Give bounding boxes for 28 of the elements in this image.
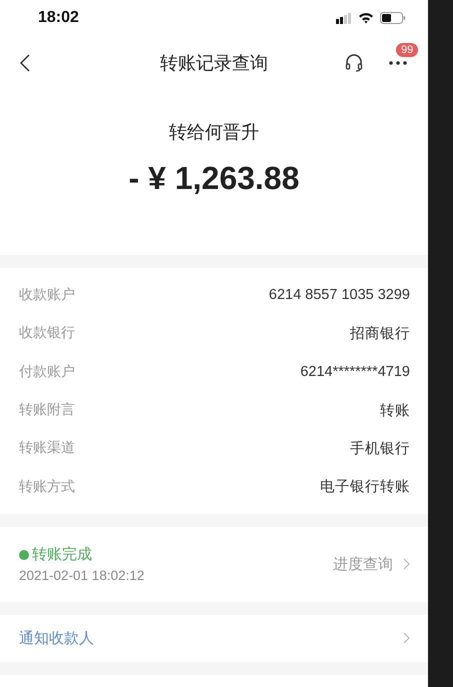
detail-value: 电子银行转账 <box>320 478 410 496</box>
more-icon[interactable] <box>388 60 408 66</box>
detail-value: 招商银行 <box>350 324 410 343</box>
detail-label: 收款账户 <box>19 286 75 304</box>
progress-link[interactable]: 进度查询 <box>333 554 393 574</box>
back-icon[interactable] <box>20 54 30 72</box>
wifi-icon <box>358 12 374 24</box>
detail-value: 6214 8557 1035 3299 <box>268 287 410 304</box>
detail-label: 付款账户 <box>19 362 75 381</box>
headset-icon[interactable] <box>344 53 364 73</box>
notify-payee-link[interactable]: 通知收款人 <box>19 628 94 648</box>
transfer-time: 2021-02-01 18:02:12 <box>19 568 146 584</box>
signal-icon <box>336 12 352 24</box>
detail-value: 转账 <box>380 402 410 420</box>
detail-label: 转账方式 <box>19 478 75 496</box>
page-title: 转账记录查询 <box>160 52 268 75</box>
notification-badge: 99 <box>396 43 418 57</box>
detail-value: 手机银行 <box>350 440 410 458</box>
detail-label: 收款银行 <box>19 324 75 342</box>
status-dot <box>19 550 29 560</box>
status-time: 18:02 <box>38 9 79 27</box>
detail-label: 转账渠道 <box>19 439 75 458</box>
detail-value: 6214********4719 <box>300 364 410 380</box>
payee-text: 转给何晋升 <box>169 121 259 144</box>
battery-icon <box>380 12 406 24</box>
status-text: 转账完成 <box>32 545 92 564</box>
detail-label: 转账附言 <box>19 401 75 420</box>
amount-text: - ¥ 1,263.88 <box>128 160 300 197</box>
